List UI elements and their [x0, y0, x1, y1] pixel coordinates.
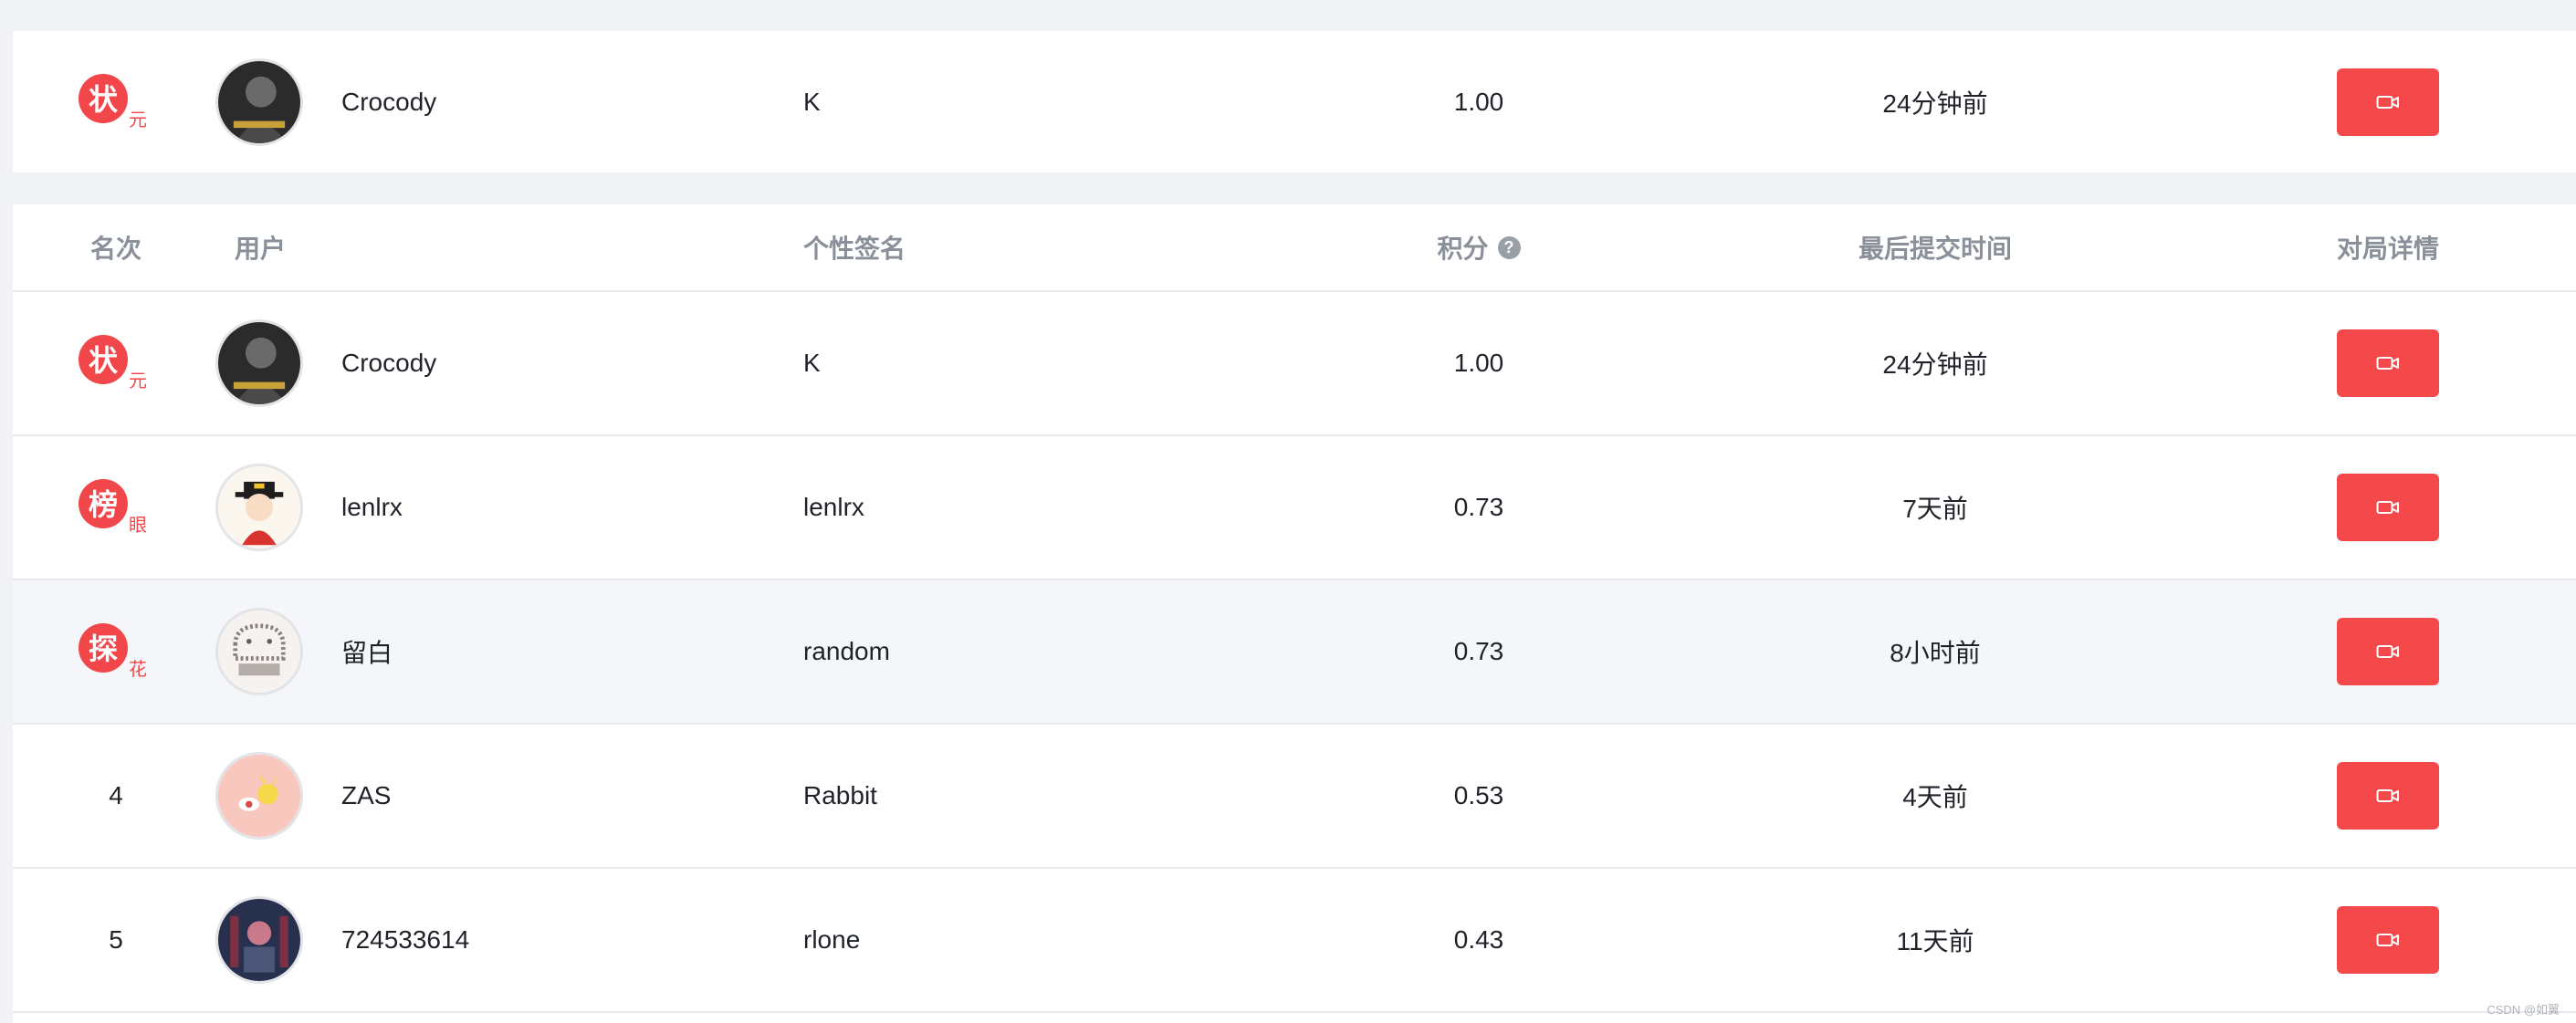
score: 0.43	[1453, 925, 1504, 954]
detail-cell	[2295, 580, 2481, 723]
header-rank: 名次	[89, 235, 141, 263]
svg-text:眼: 眼	[129, 514, 147, 536]
video-camera-icon	[2376, 645, 2399, 658]
avatar[interactable]	[215, 464, 303, 551]
match-detail-button[interactable]	[2337, 618, 2439, 685]
header-time: 最后提交时间	[1858, 235, 2012, 263]
rank-cell: 榜 眼	[57, 436, 175, 579]
user-name[interactable]: 留白	[341, 580, 780, 723]
rank-cell: 状 元	[57, 292, 175, 434]
match-detail-button[interactable]	[2337, 474, 2439, 541]
table-row: 状 元 Crocody K 1.00 24分钟前	[13, 292, 2576, 436]
video-camera-icon	[2376, 934, 2399, 946]
svg-text:探: 探	[89, 632, 118, 666]
signature: K	[803, 349, 821, 377]
video-camera-icon	[2376, 95, 2399, 109]
video-camera-icon	[2376, 501, 2399, 514]
medal-zhuangyuan-icon: 状 元	[79, 335, 147, 391]
detail-cell	[2295, 725, 2481, 867]
detail-cell	[2295, 292, 2481, 434]
rank-number: 4	[109, 781, 123, 809]
match-detail-button[interactable]	[2337, 68, 2439, 136]
header-signature: 个性签名	[803, 235, 906, 263]
submit-time: 4天前	[1902, 783, 1968, 811]
rank-cell: 状 元	[57, 31, 175, 172]
match-detail-button[interactable]	[2337, 906, 2439, 974]
submit-time: 24分钟前	[1882, 350, 1988, 379]
medal-tanhua-icon: 探 花	[79, 623, 147, 680]
avatar[interactable]	[215, 608, 303, 695]
table-row: 探 花 留白 random 0.73 8小时前	[13, 580, 2576, 725]
signature: lenlrx	[803, 493, 864, 521]
svg-text:元: 元	[129, 109, 147, 130]
svg-text:状: 状	[89, 82, 119, 117]
score: 0.73	[1453, 493, 1504, 521]
user-name[interactable]: Crocody	[341, 31, 780, 172]
score: 0.73	[1453, 637, 1504, 665]
rank-cell: 探 花	[57, 580, 175, 723]
signature: Rabbit	[803, 781, 877, 809]
user-name[interactable]: Crocody	[341, 292, 780, 434]
table-header: 名次 用户 个性签名 积分 ? 最后提交时间 对局详情	[13, 204, 2576, 292]
submit-time: 7天前	[1902, 495, 1968, 523]
avatar[interactable]	[215, 752, 303, 840]
avatar-cell	[214, 725, 305, 867]
medal-zhuangyuan-icon: 状 元	[79, 73, 147, 130]
signature: rlone	[803, 925, 861, 954]
submit-time: 11天前	[1896, 927, 1974, 955]
avatar[interactable]	[215, 319, 303, 407]
signature: random	[803, 637, 890, 665]
medal-bangyan-icon: 榜 眼	[79, 479, 147, 536]
avatar[interactable]	[215, 896, 303, 984]
signature: K	[803, 87, 821, 116]
svg-text:花: 花	[129, 658, 147, 680]
header-score-label: 积分	[1437, 235, 1489, 263]
watermark: CSDN @如翼	[2487, 1003, 2560, 1017]
header-detail: 对局详情	[2336, 235, 2439, 263]
avatar-cell	[214, 580, 305, 723]
leaderboard-table: 名次 用户 个性签名 积分 ? 最后提交时间 对局详情 状 元 Crocody	[13, 204, 2576, 1023]
match-detail-button[interactable]	[2337, 762, 2439, 830]
detail-cell	[2295, 31, 2481, 172]
svg-text:榜: 榜	[89, 487, 118, 522]
video-camera-icon	[2376, 357, 2399, 370]
detail-cell	[2295, 436, 2481, 579]
score: 0.53	[1453, 781, 1504, 809]
video-camera-icon	[2376, 789, 2399, 802]
avatar-cell	[214, 31, 305, 172]
table-row: 5 724533614 rlone 0.43 11天前	[13, 869, 2576, 1013]
score: 1.00	[1453, 349, 1504, 377]
detail-cell	[2295, 869, 2481, 1011]
table-row: 榜 眼 lenlrx lenlrx 0.73 7天前	[13, 436, 2576, 580]
question-circle-icon[interactable]: ?	[1497, 235, 1521, 259]
avatar[interactable]	[215, 57, 303, 146]
score: 1.00	[1453, 87, 1504, 116]
header-score: 积分 ?	[1336, 204, 1621, 290]
user-name[interactable]: 724533614	[341, 869, 780, 1011]
user-name[interactable]: lenlrx	[341, 436, 780, 579]
table-row: 4 ZAS Rabbit 0.53 4天前	[13, 725, 2576, 869]
avatar-cell	[214, 436, 305, 579]
avatar-cell	[214, 869, 305, 1011]
submit-time: 24分钟前	[1882, 89, 1988, 118]
svg-text:状: 状	[89, 343, 119, 378]
my-rank-card: 状 元 Crocody K 1.00 24分钟前	[13, 31, 2576, 172]
avatar-cell	[214, 292, 305, 434]
my-rank-row: 状 元 Crocody K 1.00 24分钟前	[13, 31, 2576, 172]
submit-time: 8小时前	[1890, 639, 1981, 667]
svg-text:元: 元	[129, 370, 147, 391]
rank-number: 5	[109, 925, 123, 954]
match-detail-button[interactable]	[2337, 329, 2439, 397]
user-name[interactable]: ZAS	[341, 725, 780, 867]
header-user: 用户	[235, 235, 287, 263]
